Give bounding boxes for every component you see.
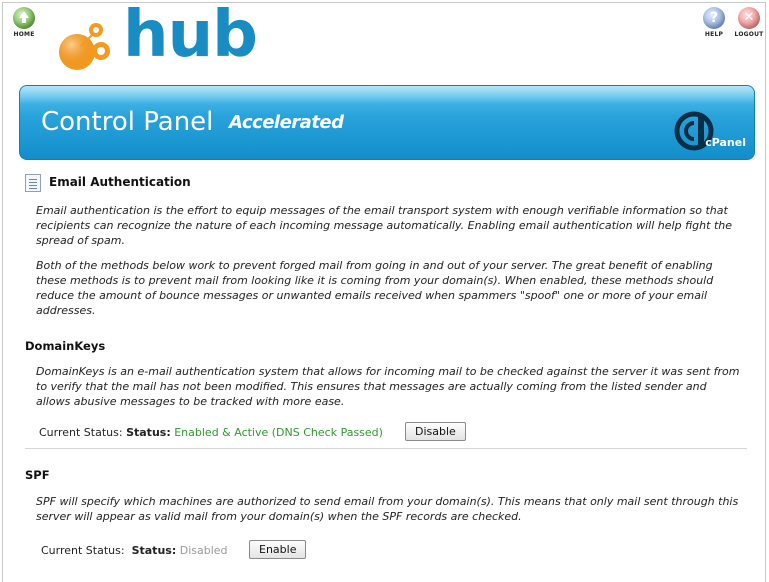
document-icon	[25, 174, 41, 192]
help-button[interactable]: ? HELP	[694, 7, 734, 38]
banner-title: Control Panel	[41, 107, 214, 137]
domainkeys-disable-button[interactable]: Disable	[405, 422, 466, 441]
banner-subtitle: Accelerated	[229, 112, 344, 133]
domainkeys-status-row: Current Status: Status: Enabled & Active…	[39, 426, 383, 439]
control-panel-banner: Control Panel Accelerated cPanel	[19, 85, 755, 160]
intro-paragraph-2: Both of the methods below work to preven…	[36, 259, 714, 317]
hub-logo-text: hub	[123, 0, 258, 72]
domainkeys-description: DomainKeys is an e-mail authentication s…	[36, 365, 740, 408]
page-title: Email Authentication	[49, 175, 191, 189]
logout-icon: ✕	[738, 7, 760, 29]
section-divider	[25, 448, 747, 449]
spf-status-value: Disabled	[179, 544, 228, 557]
help-label: HELP	[704, 31, 724, 38]
spf-description: SPF will specify which machines are auth…	[36, 495, 739, 523]
domainkeys-current-status-label: Current Status:	[39, 426, 123, 439]
help-icon: ?	[703, 7, 725, 29]
cpanel-brand-text: cPanel	[705, 136, 746, 149]
logout-label: LOGOUT	[734, 31, 764, 38]
spf-heading: SPF	[25, 468, 50, 482]
spf-status-label: Status:	[131, 544, 177, 557]
home-button[interactable]: HOME	[4, 7, 44, 38]
spf-current-status-label: Current Status:	[41, 544, 125, 557]
spf-enable-button[interactable]: Enable	[249, 540, 307, 559]
intro-paragraph-1: Email authentication is the effort to eq…	[36, 204, 732, 247]
domainkeys-status-value: Enabled & Active (DNS Check Passed)	[174, 426, 383, 439]
spf-status-row: Current Status: Status: Disabled	[41, 544, 228, 557]
domainkeys-heading: DomainKeys	[25, 339, 106, 353]
hub-logo: hub	[55, 0, 258, 76]
logout-button[interactable]: ✕ LOGOUT	[729, 7, 769, 38]
domainkeys-status-label: Status:	[126, 426, 171, 439]
hub-logo-mark	[59, 23, 110, 70]
home-icon	[13, 7, 35, 29]
home-label: HOME	[13, 31, 35, 38]
